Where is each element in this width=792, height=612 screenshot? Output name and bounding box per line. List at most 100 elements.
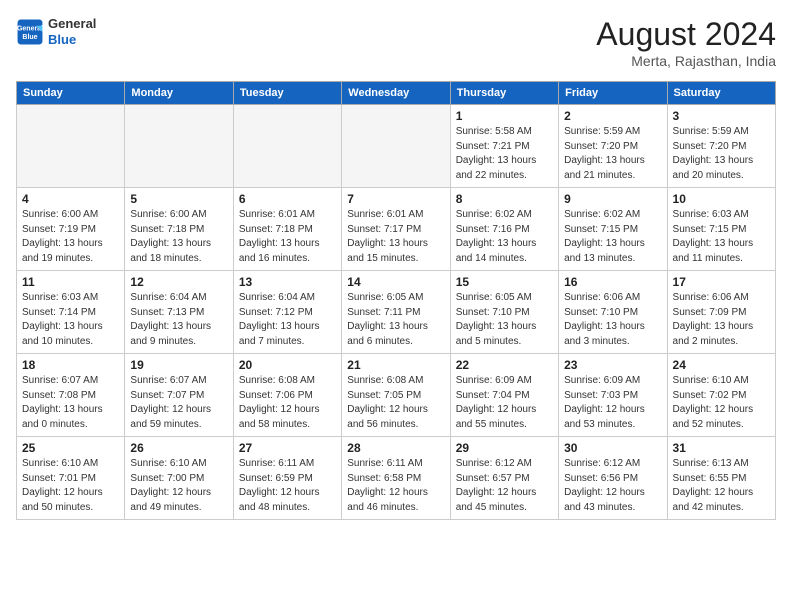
day-number: 20 (239, 358, 336, 372)
calendar-day-cell: 22 Sunrise: 6:09 AMSunset: 7:04 PMDayligh… (450, 354, 558, 437)
calendar-day-cell (342, 105, 450, 188)
day-number: 13 (239, 275, 336, 289)
calendar-day-cell: 16 Sunrise: 6:06 AMSunset: 7:10 PMDayligh… (559, 271, 667, 354)
day-info: Sunrise: 6:10 AMSunset: 7:01 PMDaylight:… (22, 457, 119, 515)
calendar-table: SundayMondayTuesdayWednesdayThursdayFrid… (16, 81, 776, 520)
day-info: Sunrise: 6:05 AMSunset: 7:10 PMDaylight:… (456, 291, 553, 349)
day-number: 1 (456, 109, 553, 123)
calendar-day-cell: 2 Sunrise: 5:59 AMSunset: 7:20 PMDaylight… (559, 105, 667, 188)
day-number: 10 (673, 192, 770, 206)
day-number: 17 (673, 275, 770, 289)
day-info: Sunrise: 6:00 AMSunset: 7:19 PMDaylight:… (22, 208, 119, 266)
day-info: Sunrise: 6:07 AMSunset: 7:08 PMDaylight:… (22, 374, 119, 432)
day-info: Sunrise: 6:09 AMSunset: 7:03 PMDaylight:… (564, 374, 661, 432)
calendar-week-row: 25 Sunrise: 6:10 AMSunset: 7:01 PMDayligh… (17, 437, 776, 520)
day-info: Sunrise: 6:11 AMSunset: 6:58 PMDaylight:… (347, 457, 444, 515)
day-of-week-header: Wednesday (342, 82, 450, 105)
calendar-day-cell: 3 Sunrise: 5:59 AMSunset: 7:20 PMDaylight… (667, 105, 775, 188)
logo-general: General (48, 16, 96, 32)
day-info: Sunrise: 6:02 AMSunset: 7:15 PMDaylight:… (564, 208, 661, 266)
day-number: 12 (130, 275, 227, 289)
calendar-week-row: 1 Sunrise: 5:58 AMSunset: 7:21 PMDaylight… (17, 105, 776, 188)
day-info: Sunrise: 6:01 AMSunset: 7:18 PMDaylight:… (239, 208, 336, 266)
day-number: 7 (347, 192, 444, 206)
day-info: Sunrise: 6:08 AMSunset: 7:06 PMDaylight:… (239, 374, 336, 432)
calendar-day-cell: 10 Sunrise: 6:03 AMSunset: 7:15 PMDayligh… (667, 188, 775, 271)
day-info: Sunrise: 6:13 AMSunset: 6:55 PMDaylight:… (673, 457, 770, 515)
day-number: 31 (673, 441, 770, 455)
day-of-week-header: Sunday (17, 82, 125, 105)
day-number: 25 (22, 441, 119, 455)
day-info: Sunrise: 6:04 AMSunset: 7:13 PMDaylight:… (130, 291, 227, 349)
calendar-day-cell: 21 Sunrise: 6:08 AMSunset: 7:05 PMDayligh… (342, 354, 450, 437)
day-info: Sunrise: 5:59 AMSunset: 7:20 PMDaylight:… (564, 125, 661, 183)
calendar-day-cell: 20 Sunrise: 6:08 AMSunset: 7:06 PMDayligh… (233, 354, 341, 437)
day-info: Sunrise: 6:02 AMSunset: 7:16 PMDaylight:… (456, 208, 553, 266)
day-info: Sunrise: 6:07 AMSunset: 7:07 PMDaylight:… (130, 374, 227, 432)
day-number: 5 (130, 192, 227, 206)
day-number: 22 (456, 358, 553, 372)
day-number: 28 (347, 441, 444, 455)
day-info: Sunrise: 6:12 AMSunset: 6:57 PMDaylight:… (456, 457, 553, 515)
day-info: Sunrise: 6:12 AMSunset: 6:56 PMDaylight:… (564, 457, 661, 515)
day-number: 19 (130, 358, 227, 372)
day-info: Sunrise: 6:01 AMSunset: 7:17 PMDaylight:… (347, 208, 444, 266)
day-number: 14 (347, 275, 444, 289)
day-number: 3 (673, 109, 770, 123)
day-number: 29 (456, 441, 553, 455)
day-number: 26 (130, 441, 227, 455)
calendar-day-cell: 9 Sunrise: 6:02 AMSunset: 7:15 PMDaylight… (559, 188, 667, 271)
day-of-week-header: Thursday (450, 82, 558, 105)
day-number: 2 (564, 109, 661, 123)
calendar-day-cell: 8Sunrise: 6:02 AMSunset: 7:16 PMDaylight… (450, 188, 558, 271)
calendar-day-cell: 5 Sunrise: 6:00 AMSunset: 7:18 PMDaylight… (125, 188, 233, 271)
calendar-day-cell: 30 Sunrise: 6:12 AMSunset: 6:56 PMDayligh… (559, 437, 667, 520)
calendar-day-cell: 12 Sunrise: 6:04 AMSunset: 7:13 PMDayligh… (125, 271, 233, 354)
svg-text:Blue: Blue (22, 34, 37, 41)
calendar-day-cell: 24Sunrise: 6:10 AMSunset: 7:02 PMDayligh… (667, 354, 775, 437)
calendar-day-cell: 1 Sunrise: 5:58 AMSunset: 7:21 PMDaylight… (450, 105, 558, 188)
calendar-day-cell: 15Sunrise: 6:05 AMSunset: 7:10 PMDayligh… (450, 271, 558, 354)
calendar-day-cell: 4 Sunrise: 6:00 AMSunset: 7:19 PMDaylight… (17, 188, 125, 271)
day-info: Sunrise: 6:00 AMSunset: 7:18 PMDaylight:… (130, 208, 227, 266)
calendar-day-cell: 19 Sunrise: 6:07 AMSunset: 7:07 PMDayligh… (125, 354, 233, 437)
calendar-day-cell: 31 Sunrise: 6:13 AMSunset: 6:55 PMDayligh… (667, 437, 775, 520)
day-info: Sunrise: 5:59 AMSunset: 7:20 PMDaylight:… (673, 125, 770, 183)
day-info: Sunrise: 6:06 AMSunset: 7:09 PMDaylight:… (673, 291, 770, 349)
calendar-day-cell: 25 Sunrise: 6:10 AMSunset: 7:01 PMDayligh… (17, 437, 125, 520)
logo: General Blue General Blue (16, 16, 96, 47)
day-number: 23 (564, 358, 661, 372)
day-of-week-header: Tuesday (233, 82, 341, 105)
day-info: Sunrise: 6:09 AMSunset: 7:04 PMDaylight:… (456, 374, 553, 432)
calendar-day-cell: 26 Sunrise: 6:10 AMSunset: 7:00 PMDayligh… (125, 437, 233, 520)
day-number: 9 (564, 192, 661, 206)
day-info: Sunrise: 6:10 AMSunset: 7:00 PMDaylight:… (130, 457, 227, 515)
calendar-day-cell: 14 Sunrise: 6:05 AMSunset: 7:11 PMDayligh… (342, 271, 450, 354)
day-number: 4 (22, 192, 119, 206)
day-number: 21 (347, 358, 444, 372)
day-number: 30 (564, 441, 661, 455)
day-of-week-header: Monday (125, 82, 233, 105)
day-info: Sunrise: 6:05 AMSunset: 7:11 PMDaylight:… (347, 291, 444, 349)
calendar-day-cell: 6 Sunrise: 6:01 AMSunset: 7:18 PMDaylight… (233, 188, 341, 271)
day-info: Sunrise: 6:11 AMSunset: 6:59 PMDaylight:… (239, 457, 336, 515)
logo-icon: General Blue (16, 18, 44, 46)
location: Merta, Rajasthan, India (596, 53, 776, 69)
day-number: 6 (239, 192, 336, 206)
day-info: Sunrise: 6:10 AMSunset: 7:02 PMDaylight:… (673, 374, 770, 432)
calendar-day-cell: 11Sunrise: 6:03 AMSunset: 7:14 PMDayligh… (17, 271, 125, 354)
day-number: 16 (564, 275, 661, 289)
logo-blue: Blue (48, 32, 96, 48)
day-info: Sunrise: 5:58 AMSunset: 7:21 PMDaylight:… (456, 125, 553, 183)
day-of-week-header: Saturday (667, 82, 775, 105)
calendar-day-cell: 17 Sunrise: 6:06 AMSunset: 7:09 PMDayligh… (667, 271, 775, 354)
day-info: Sunrise: 6:03 AMSunset: 7:14 PMDaylight:… (22, 291, 119, 349)
calendar-day-cell: 27Sunrise: 6:11 AMSunset: 6:59 PMDayligh… (233, 437, 341, 520)
month-year: August 2024 (596, 16, 776, 53)
day-info: Sunrise: 6:03 AMSunset: 7:15 PMDaylight:… (673, 208, 770, 266)
day-info: Sunrise: 6:06 AMSunset: 7:10 PMDaylight:… (564, 291, 661, 349)
calendar-week-row: 4 Sunrise: 6:00 AMSunset: 7:19 PMDaylight… (17, 188, 776, 271)
day-info: Sunrise: 6:08 AMSunset: 7:05 PMDaylight:… (347, 374, 444, 432)
calendar-day-cell: 28 Sunrise: 6:11 AMSunset: 6:58 PMDayligh… (342, 437, 450, 520)
calendar-day-cell (125, 105, 233, 188)
